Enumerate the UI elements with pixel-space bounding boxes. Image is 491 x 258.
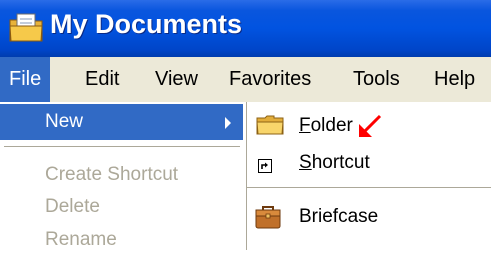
- file-menu-item-delete[interactable]: Delete: [0, 189, 243, 225]
- file-menu-item-new-label: New: [45, 111, 84, 132]
- shortcut-label-rest: hortcut: [311, 152, 370, 173]
- file-menu-item-rename-label: Rename: [45, 229, 117, 250]
- file-menu-item-create-shortcut[interactable]: Create Shortcut: [0, 157, 243, 193]
- file-menu-item-rename[interactable]: Rename: [0, 222, 243, 258]
- shortcut-icon: [258, 159, 272, 173]
- folder-documents-icon: [9, 13, 43, 42]
- menu-favorites[interactable]: Favorites: [229, 57, 311, 102]
- new-submenu-item-shortcut[interactable]: Shortcut: [247, 145, 491, 185]
- new-submenu-item-briefcase[interactable]: Briefcase: [247, 198, 491, 238]
- menu-bar: File Edit View Favorites Tools Help: [0, 57, 491, 103]
- menu-help[interactable]: Help: [434, 57, 475, 102]
- shortcut-mnemonic: S: [299, 152, 312, 173]
- briefcase-label: Briefcase: [299, 206, 379, 227]
- file-menu-dropdown: New Create Shortcut Delete Rename: [0, 102, 247, 250]
- file-menu-item-create-shortcut-label: Create Shortcut: [45, 164, 179, 185]
- red-arrow-icon: [359, 114, 382, 137]
- briefcase-icon: [255, 206, 281, 229]
- title-bar[interactable]: My Documents: [0, 0, 491, 57]
- folder-mnemonic: F: [299, 115, 311, 136]
- menu-tools[interactable]: Tools: [353, 57, 400, 102]
- folder-icon: [256, 115, 284, 135]
- submenu-arrow-icon: [225, 117, 231, 129]
- menu-separator: [247, 187, 491, 188]
- file-menu-item-delete-label: Delete: [45, 196, 100, 217]
- file-menu-item-new[interactable]: New: [0, 104, 243, 140]
- window-title: My Documents: [50, 9, 243, 39]
- menu-view[interactable]: View: [155, 57, 198, 102]
- folder-label-rest: older: [310, 115, 353, 136]
- menu-file[interactable]: File: [0, 57, 51, 102]
- menu-separator: [4, 146, 240, 147]
- menu-edit[interactable]: Edit: [85, 57, 119, 102]
